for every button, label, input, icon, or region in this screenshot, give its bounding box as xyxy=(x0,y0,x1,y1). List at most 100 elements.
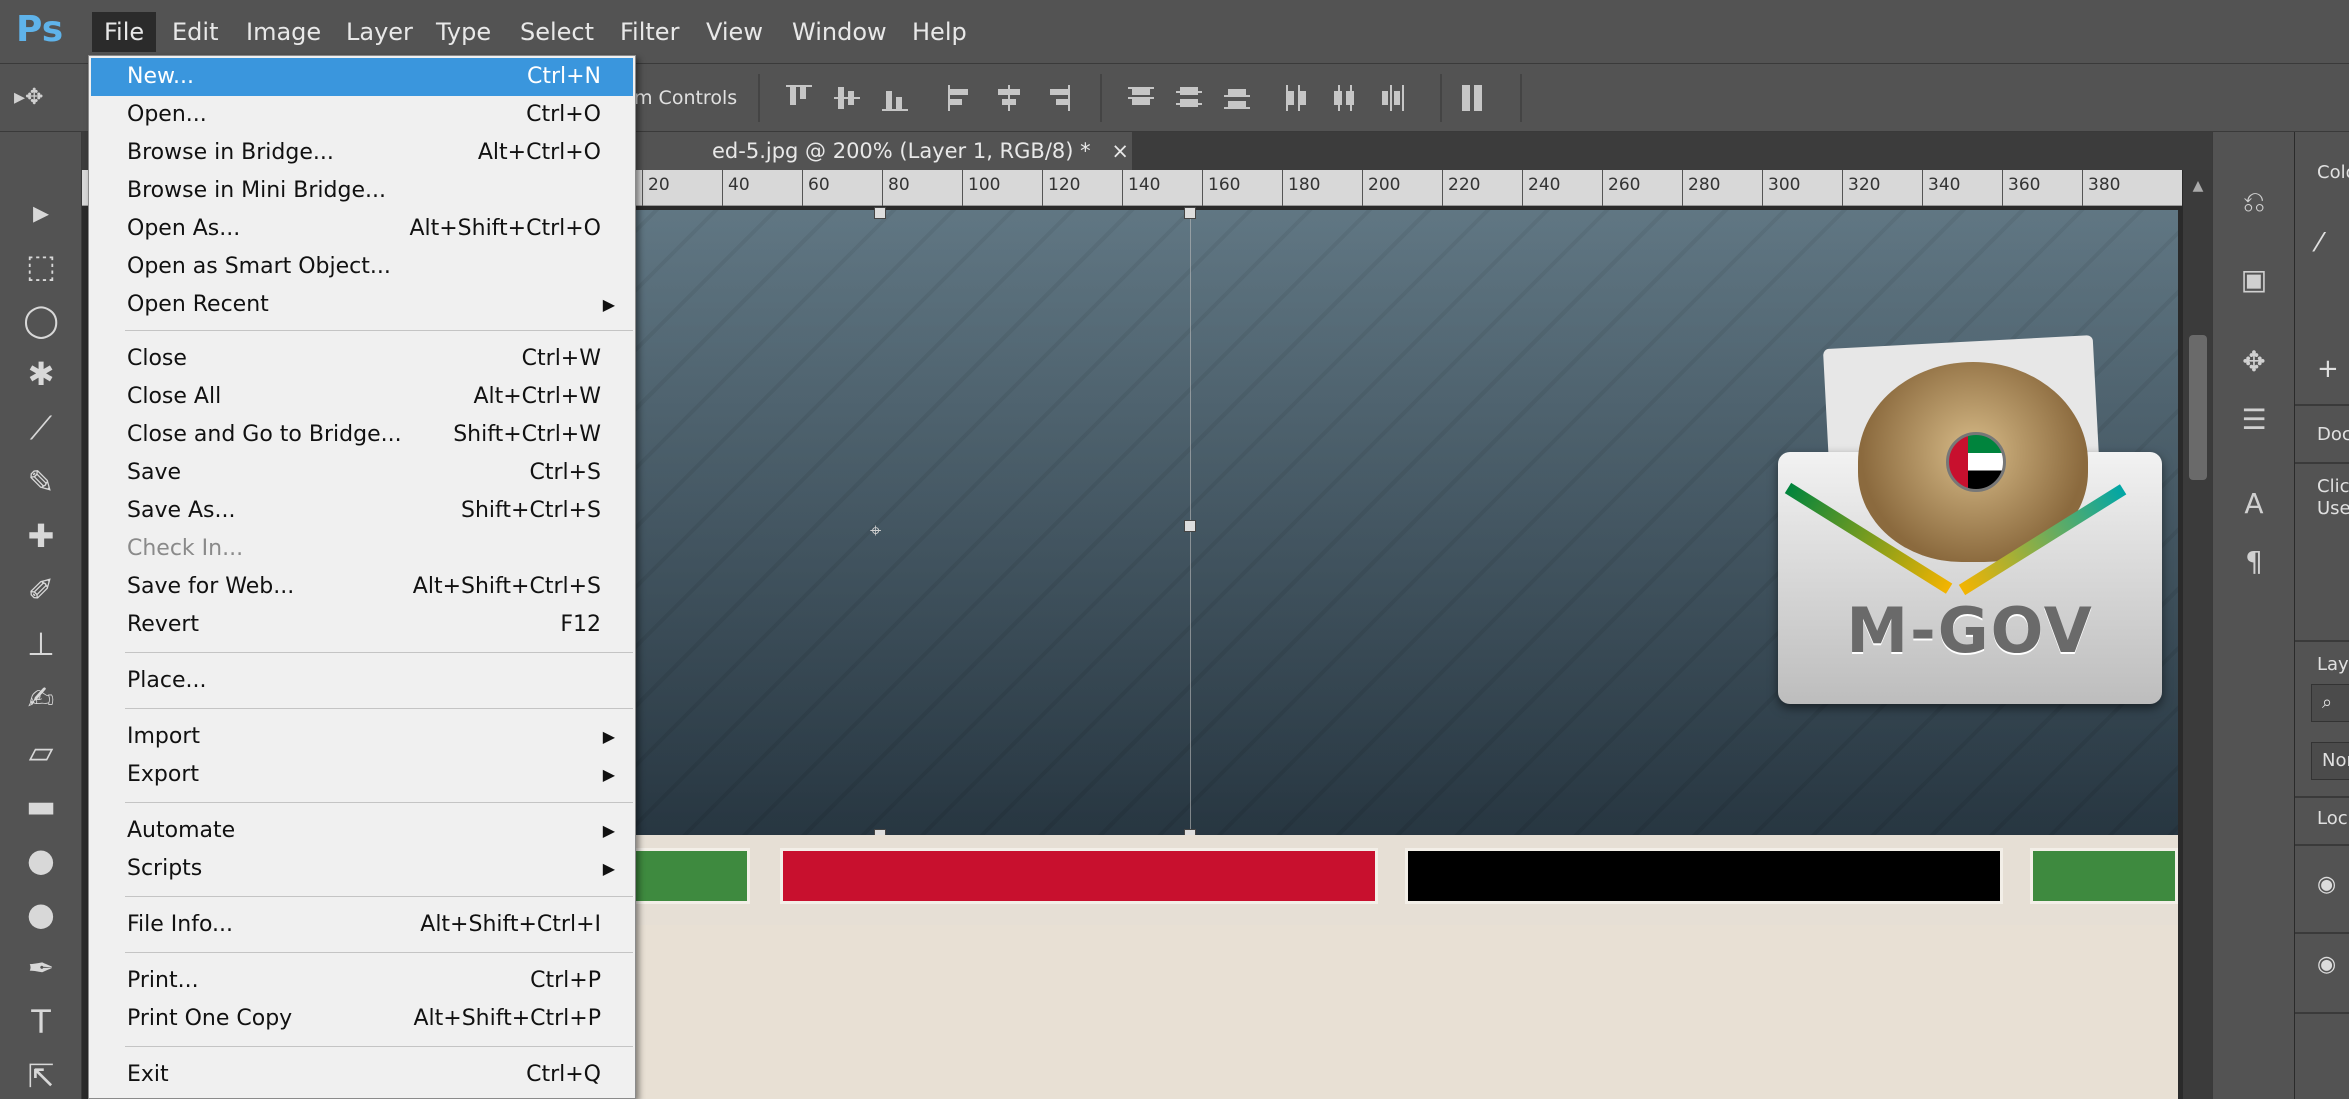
color-panel-tab[interactable]: Colo xyxy=(2317,162,2349,183)
canvas-body-background xyxy=(600,925,2178,1099)
menu-item-open-as[interactable]: Open As... Alt+Shift+Ctrl+O xyxy=(91,210,633,248)
menu-item-save[interactable]: Save Ctrl+S xyxy=(91,454,633,492)
menu-select[interactable]: Select xyxy=(508,12,606,52)
align-right-edges-icon[interactable] xyxy=(1040,81,1074,115)
distribute-bottom-edges-icon[interactable] xyxy=(1220,81,1254,115)
menu-item-save-for-web[interactable]: Save for Web... Alt+Shift+Ctrl+S xyxy=(91,568,633,606)
menu-item-export[interactable]: Export ▶ xyxy=(91,756,633,794)
layer-visibility-icon[interactable]: ◉ xyxy=(2317,952,2336,977)
layer-visibility-icon[interactable]: ◉ xyxy=(2317,872,2336,897)
menu-type[interactable]: Type xyxy=(424,12,503,52)
menu-filter[interactable]: Filter xyxy=(608,12,691,52)
eyedropper-tool-icon[interactable]: ✎ xyxy=(14,458,68,506)
menu-item-print[interactable]: Print... Ctrl+P xyxy=(91,962,633,1000)
align-top-edges-icon[interactable] xyxy=(782,81,816,115)
distribute-vertical-centers-icon[interactable] xyxy=(1172,81,1206,115)
vertical-scrollbar[interactable]: ▲ xyxy=(2182,170,2212,1099)
ruler-label: 140 xyxy=(1122,170,1160,206)
menu-item-open-recent[interactable]: Open Recent ▶ xyxy=(91,286,633,324)
align-left-edges-icon[interactable] xyxy=(944,81,978,115)
history-brush-tool-icon[interactable]: ✍ xyxy=(14,674,68,722)
menu-image[interactable]: Image xyxy=(234,12,333,52)
scroll-thumb[interactable] xyxy=(2189,335,2207,480)
magic-wand-tool-icon[interactable]: ✱ xyxy=(14,350,68,398)
scroll-up-icon[interactable]: ▲ xyxy=(2183,178,2213,198)
layer-filter-field[interactable]: ⌕ xyxy=(2311,684,2349,722)
mgov-logo: M-GOV xyxy=(1778,332,2162,704)
blur-tool-icon[interactable]: ● xyxy=(14,836,68,884)
options-divider xyxy=(758,74,760,122)
menu-item-browse-in-mini-bridge[interactable]: Browse in Mini Bridge... xyxy=(91,172,633,210)
ruler-label: 240 xyxy=(1522,170,1560,206)
reference-point-icon[interactable]: ⌖ xyxy=(870,518,881,542)
menu-item-save-as[interactable]: Save As... Shift+Ctrl+S xyxy=(91,492,633,530)
transform-controls-label[interactable]: m Controls xyxy=(634,80,737,116)
close-tab-icon[interactable]: × xyxy=(1111,139,1129,163)
blend-mode-select[interactable]: Nor xyxy=(2311,742,2349,780)
menu-item-open[interactable]: Open... Ctrl+O xyxy=(91,96,633,134)
panel-dock: ⎌ ▣ ✥ ☰ A ¶ xyxy=(2212,132,2294,1099)
move-tool-preset-icon[interactable]: ▸✥ xyxy=(14,78,80,118)
menu-file[interactable]: File xyxy=(92,12,157,52)
menu-view[interactable]: View xyxy=(694,12,775,52)
menu-item-import[interactable]: Import ▶ xyxy=(91,718,633,756)
menu-window[interactable]: Window xyxy=(780,12,899,52)
brush-presets-panel-icon[interactable]: ✥ xyxy=(2231,342,2277,382)
document-tab[interactable]: ed-5.jpg @ 200% (Layer 1, RGB/8) * × xyxy=(632,132,1132,170)
menu-item-print-one-copy[interactable]: Print One Copy Alt+Shift+Ctrl+P xyxy=(91,1000,633,1038)
menu-edit[interactable]: Edit xyxy=(160,12,230,52)
menu-item-browse-in-bridge[interactable]: Browse in Bridge... Alt+Ctrl+O xyxy=(91,134,633,172)
menu-item-file-info[interactable]: File Info... Alt+Shift+Ctrl+I xyxy=(91,906,633,944)
history-panel-icon[interactable]: ⎌ xyxy=(2231,182,2277,222)
menu-item-automate[interactable]: Automate ▶ xyxy=(91,812,633,850)
adjustments-panel-icon[interactable]: ☰ xyxy=(2231,400,2277,440)
distribute-top-edges-icon[interactable] xyxy=(1124,81,1158,115)
brush-tool-icon[interactable]: ✐ xyxy=(14,566,68,614)
paragraph-panel-icon[interactable]: ¶ xyxy=(2231,542,2277,582)
distribute-right-edges-icon[interactable] xyxy=(1376,81,1410,115)
dodge-tool-icon[interactable]: ● xyxy=(14,890,68,938)
menu-help[interactable]: Help xyxy=(900,12,979,52)
transform-handle[interactable] xyxy=(1184,520,1196,532)
menu-item-scripts[interactable]: Scripts ▶ xyxy=(91,850,633,888)
menu-item-close-and-go-to-bridge[interactable]: Close and Go to Bridge... Shift+Ctrl+W xyxy=(91,416,633,454)
auto-align-layers-icon[interactable] xyxy=(1456,81,1490,115)
menu-layer[interactable]: Layer xyxy=(334,12,425,52)
menu-item-revert[interactable]: Revert F12 xyxy=(91,606,633,644)
align-horizontal-centers-icon[interactable] xyxy=(992,81,1026,115)
menu-item-close[interactable]: Close Ctrl+W xyxy=(91,340,633,378)
distribute-horizontal-centers-icon[interactable] xyxy=(1328,81,1362,115)
clone-stamp-tool-icon[interactable]: ⊥ xyxy=(14,620,68,668)
menu-item-place[interactable]: Place... xyxy=(91,662,633,700)
crop-tool-icon[interactable]: ⟋ xyxy=(14,404,68,452)
tools-panel: ▸ ⬚ ◯ ✱ ⟋ ✎ ✚ ✐ ⊥ ✍ ▱ ▬ ● ● ✒ T ⇱ xyxy=(0,132,82,1099)
add-sampler-icon[interactable]: + xyxy=(2317,354,2339,384)
distribute-left-edges-icon[interactable] xyxy=(1280,81,1314,115)
menu-item-new[interactable]: New... Ctrl+N xyxy=(91,58,633,96)
healing-brush-tool-icon[interactable]: ✚ xyxy=(14,512,68,560)
properties-panel-icon[interactable]: ▣ xyxy=(2231,260,2277,300)
gradient-tool-icon[interactable]: ▬ xyxy=(14,782,68,830)
menu-separator xyxy=(125,652,633,653)
type-tool-icon[interactable]: T xyxy=(14,998,68,1046)
submenu-arrow-icon: ▶ xyxy=(602,859,615,878)
transform-handle[interactable] xyxy=(874,207,886,219)
eraser-tool-icon[interactable]: ▱ xyxy=(14,728,68,776)
info-text-line: Clic xyxy=(2317,476,2349,497)
move-tool-icon[interactable]: ▸ xyxy=(14,188,68,236)
align-bottom-edges-icon[interactable] xyxy=(878,81,912,115)
menu-item-open-as-smart-object[interactable]: Open as Smart Object... xyxy=(91,248,633,286)
eyedropper-icon[interactable]: ⁄ xyxy=(2317,228,2321,258)
menu-item-exit[interactable]: Exit Ctrl+Q xyxy=(91,1056,633,1094)
align-vertical-centers-icon[interactable] xyxy=(830,81,864,115)
path-selection-tool-icon[interactable]: ⇱ xyxy=(14,1052,68,1099)
menu-item-close-all[interactable]: Close All Alt+Ctrl+W xyxy=(91,378,633,416)
ruler-label: 60 xyxy=(802,170,830,206)
marquee-tool-icon[interactable]: ⬚ xyxy=(14,242,68,290)
character-panel-icon[interactable]: A xyxy=(2231,484,2277,524)
transform-handle[interactable] xyxy=(1184,207,1196,219)
pen-tool-icon[interactable]: ✒ xyxy=(14,944,68,992)
lasso-tool-icon[interactable]: ◯ xyxy=(14,296,68,344)
layers-panel-tab[interactable]: Laye xyxy=(2317,654,2349,675)
panel-divider xyxy=(2295,640,2349,642)
